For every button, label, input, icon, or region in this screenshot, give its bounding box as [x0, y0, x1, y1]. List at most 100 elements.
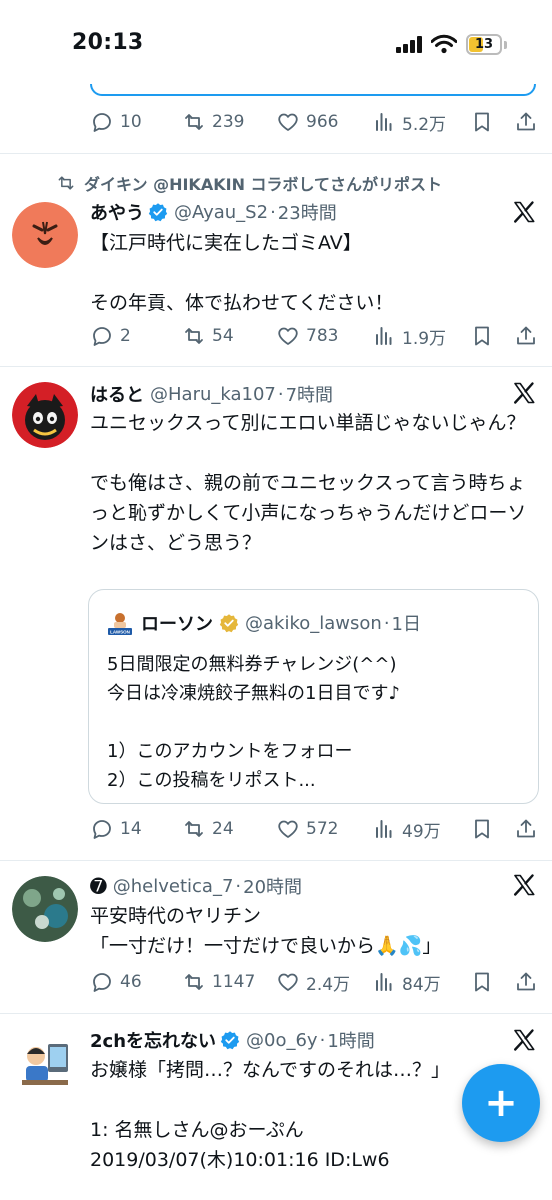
reply-button[interactable]: 46 [90, 968, 142, 996]
views-button[interactable]: 1.9万 [372, 322, 446, 350]
battery-icon: 13 [466, 34, 502, 55]
user-handle[interactable]: @helvetica_7 [113, 876, 234, 897]
avatar[interactable] [12, 1030, 78, 1096]
repost-button[interactable]: 239 [182, 108, 244, 136]
share-button[interactable] [514, 815, 538, 843]
plus-icon: + [484, 1080, 518, 1126]
quote-time[interactable]: 1日 [392, 610, 421, 636]
compose-button[interactable]: + [462, 1064, 540, 1142]
views-button[interactable]: 5.2万 [372, 108, 446, 136]
x-logo-icon[interactable] [512, 1028, 536, 1052]
views-button[interactable]: 84万 [372, 968, 441, 996]
tweet-text: 平安時代のヤリチン 「一寸だけ！一寸だけで良いから🙏💦」 [90, 905, 442, 957]
reply-count: 46 [120, 972, 142, 992]
heart-icon [276, 324, 300, 348]
views-icon [372, 970, 396, 994]
bookmark-icon [470, 324, 494, 348]
bookmark-button[interactable] [470, 815, 494, 843]
previous-quote-card-edge[interactable] [90, 84, 536, 96]
quote-user-handle[interactable]: @akiko_lawson [245, 613, 382, 634]
reply-icon [90, 324, 114, 348]
quote-card[interactable]: LAWSON ローソン @akiko_lawson · 1日 5日間限定の無料券… [88, 589, 539, 804]
separator-dot: · [235, 875, 242, 897]
separator-dot: · [270, 201, 276, 223]
display-name[interactable]: はると [90, 381, 144, 407]
share-icon [514, 110, 538, 134]
tweet-header: 2chを忘れない @0o_6y · 1時間 [90, 1026, 375, 1054]
action-bar: 14 24 572 49万 [90, 815, 540, 843]
quote-avatar-logo-text: LAWSON [110, 630, 130, 635]
quote-avatar[interactable]: LAWSON [107, 610, 133, 636]
x-logo-icon[interactable] [512, 200, 536, 224]
divider [0, 153, 552, 154]
share-button[interactable] [514, 968, 538, 996]
reply-count: 2 [120, 326, 131, 346]
avatar[interactable] [12, 202, 78, 268]
tweet-text: ユニセックスって別にエロい単語じゃないじゃん？ でも俺はさ、親の前でユニセックス… [90, 412, 527, 554]
like-count: 2.4万 [306, 974, 351, 995]
quote-display-name[interactable]: ローソン [141, 610, 213, 636]
repost-icon [182, 110, 206, 134]
views-icon [372, 110, 396, 134]
reply-button[interactable]: 14 [90, 815, 142, 843]
repost-button[interactable]: 1147 [182, 968, 255, 996]
reply-count: 14 [120, 819, 142, 839]
display-name[interactable]: 2chを忘れない [90, 1027, 216, 1053]
share-button[interactable] [514, 108, 538, 136]
heart-icon [276, 970, 300, 994]
user-handle[interactable]: @Ayau_S2 [174, 202, 268, 223]
repost-banner[interactable]: ダイキン @HIKAKIN コラボしてさんがリポスト [56, 170, 442, 196]
bookmark-button[interactable] [470, 108, 494, 136]
tweet-header: はると @Haru_ka107 · 7時間 [90, 380, 333, 408]
separator-dot: · [277, 383, 284, 405]
like-button[interactable]: 572 [276, 815, 338, 843]
repost-button[interactable]: 54 [182, 322, 234, 350]
display-name[interactable]: あやう [90, 199, 144, 225]
views-button[interactable]: 49万 [372, 815, 441, 843]
bookmark-button[interactable] [470, 968, 494, 996]
tweet-time[interactable]: 1時間 [327, 1027, 374, 1053]
gold-verified-badge-icon [219, 613, 239, 633]
bookmark-button[interactable] [470, 322, 494, 350]
views-icon [372, 817, 396, 841]
like-button[interactable]: 2.4万 [276, 968, 350, 996]
divider [0, 860, 552, 861]
verified-badge-icon [220, 1030, 240, 1050]
views-icon [372, 324, 396, 348]
status-bar: 20:13 13 [0, 0, 552, 86]
tweet-time[interactable]: 7時間 [286, 381, 333, 407]
avatar[interactable] [12, 382, 78, 448]
share-button[interactable] [514, 322, 538, 350]
divider [0, 366, 552, 367]
tweet-text: 【江戸時代に実在したゴミAV】 その年貢、体で払わせてください！ [90, 232, 394, 314]
user-handle[interactable]: @Haru_ka107 [150, 384, 276, 405]
repost-icon [182, 324, 206, 348]
repost-button[interactable]: 24 [182, 815, 234, 843]
view-count: 49万 [402, 821, 441, 842]
reply-button[interactable]: 10 [90, 108, 142, 136]
action-bar: 10 239 966 5.2万 [90, 108, 540, 136]
like-button[interactable]: 783 [276, 322, 338, 350]
like-count: 783 [306, 326, 339, 346]
tweet-time[interactable]: 20時間 [243, 873, 302, 899]
heart-icon [276, 817, 300, 841]
tweet-header: あやう @Ayau_S2 · 23時間 [90, 198, 337, 226]
avatar[interactable] [12, 876, 78, 942]
like-button[interactable]: 966 [276, 108, 338, 136]
cellular-signal-icon [396, 36, 422, 53]
quote-text: 5日間限定の無料券チャレンジ(^^) 今日は冷凍焼餃子無料の1日目です♪ 1）こ… [107, 654, 400, 791]
tweet-time[interactable]: 23時間 [278, 199, 337, 225]
view-count: 84万 [402, 974, 441, 995]
repost-count: 54 [212, 326, 234, 346]
quote-header: LAWSON ローソン @akiko_lawson · 1日 [107, 610, 421, 636]
x-logo-icon[interactable] [512, 873, 536, 897]
user-handle[interactable]: @0o_6y [246, 1030, 318, 1051]
x-logo-icon[interactable] [512, 381, 536, 405]
bookmark-icon [470, 817, 494, 841]
reply-icon [90, 110, 114, 134]
verified-badge-icon [148, 202, 168, 222]
display-name[interactable]: ➐ [90, 874, 107, 898]
bookmark-icon [470, 970, 494, 994]
separator-dot: · [319, 1029, 326, 1051]
reply-button[interactable]: 2 [90, 322, 131, 350]
